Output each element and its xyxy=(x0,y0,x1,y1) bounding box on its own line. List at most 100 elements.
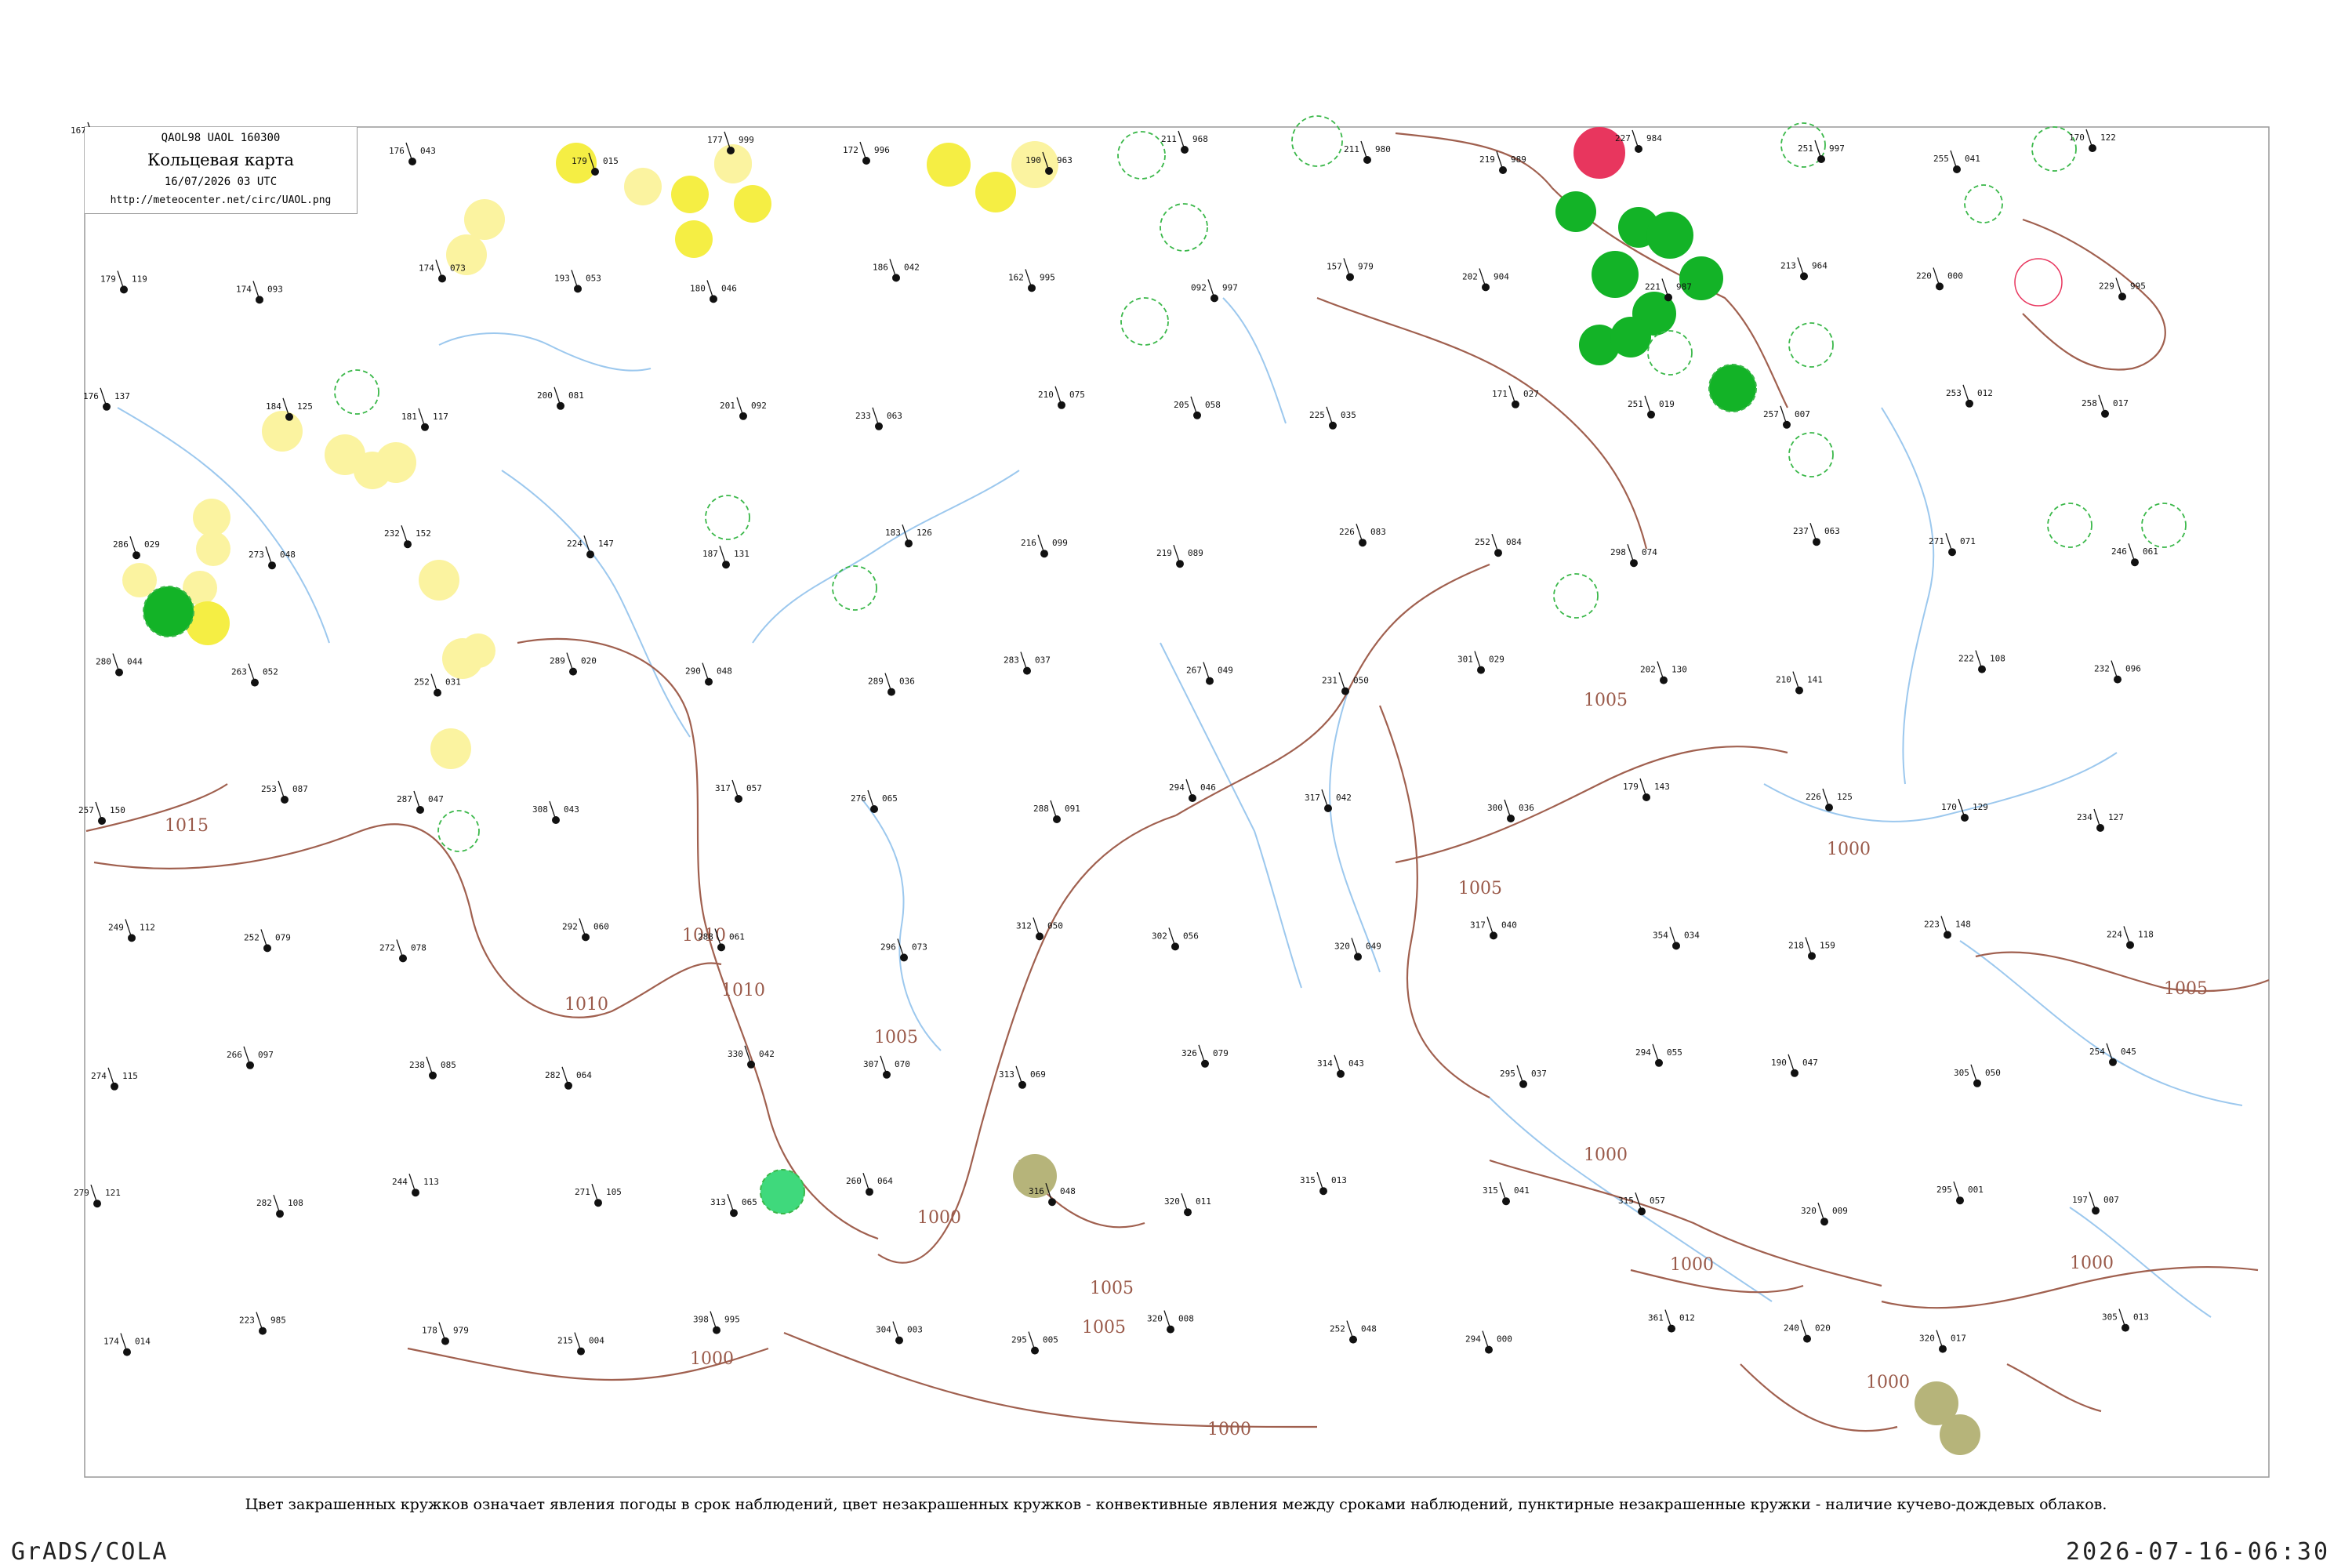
station-temperature: 302 xyxy=(1152,931,1167,941)
isobar-label: 1000 xyxy=(1827,840,1871,859)
station-temperature: 326 xyxy=(1181,1048,1197,1058)
station-temperature: 315 xyxy=(1618,1196,1634,1206)
station-temperature: 315 xyxy=(1483,1185,1498,1196)
station-temperature: 260 xyxy=(846,1176,862,1186)
station-pressure: 036 xyxy=(899,677,915,687)
station-temperature: 200 xyxy=(537,390,553,401)
station-temperature: 271 xyxy=(1929,536,1944,546)
station-pressure: 043 xyxy=(564,804,579,815)
haze-circle xyxy=(624,168,662,205)
station-pressure: 984 xyxy=(1646,133,1662,143)
station-temperature: 307 xyxy=(863,1059,879,1069)
station-temperature: 295 xyxy=(1936,1185,1952,1195)
station-pressure: 050 xyxy=(1985,1068,2001,1078)
haze-circle xyxy=(262,411,303,452)
station-temperature: 219 xyxy=(1479,154,1495,165)
station-pressure: 143 xyxy=(1654,782,1670,792)
station-temperature: 232 xyxy=(2094,664,2110,674)
station-pressure: 009 xyxy=(1832,1206,1848,1216)
station-temperature: 237 xyxy=(1793,526,1809,536)
station-pressure: 007 xyxy=(2103,1195,2119,1205)
station-temperature: 300 xyxy=(1487,803,1503,813)
station-pressure: 014 xyxy=(135,1337,151,1347)
station-temperature: 183 xyxy=(885,528,901,538)
station-pressure: 125 xyxy=(297,401,313,412)
station-pressure: 061 xyxy=(2143,546,2158,557)
station-temperature: 167 xyxy=(71,125,86,136)
haze-circle xyxy=(196,532,230,566)
station-pressure: 060 xyxy=(593,921,609,931)
station-temperature: 174 xyxy=(103,1337,119,1347)
station-temperature: 253 xyxy=(1946,388,1962,398)
station-pressure: 152 xyxy=(416,528,431,539)
station-pressure: 045 xyxy=(2121,1047,2136,1057)
station-pressure: 113 xyxy=(423,1177,439,1187)
station-temperature: 254 xyxy=(2089,1047,2105,1057)
station-temperature: 251 xyxy=(1798,143,1813,154)
station-pressure: 131 xyxy=(734,549,750,559)
station-temperature: 266 xyxy=(227,1050,242,1060)
station-temperature: 172 xyxy=(843,145,858,155)
station-pressure: 995 xyxy=(1040,272,1055,282)
station-pressure: 049 xyxy=(1218,666,1233,676)
station-pressure: 042 xyxy=(1336,793,1352,803)
station-temperature: 316 xyxy=(1029,1186,1044,1196)
station-temperature: 197 xyxy=(2072,1195,2088,1205)
station-pressure: 019 xyxy=(1659,399,1675,409)
rain-circle xyxy=(1708,364,1757,412)
station-temperature: 301 xyxy=(1457,655,1473,665)
source-url[interactable]: http://meteocenter.net/circ/UAOL.png xyxy=(85,194,357,206)
station-temperature: 092 xyxy=(1191,282,1207,292)
station-pressure: 004 xyxy=(589,1336,604,1346)
station-pressure: 092 xyxy=(751,401,767,411)
station-temperature: 170 xyxy=(2069,132,2085,143)
station-pressure: 040 xyxy=(1501,920,1517,930)
station-temperature: 193 xyxy=(554,273,570,283)
station-pressure: 118 xyxy=(2138,929,2154,939)
station-temperature: 233 xyxy=(855,411,871,421)
station-pressure: 070 xyxy=(895,1059,910,1069)
station-pressure: 044 xyxy=(127,657,143,667)
station-pressure: 048 xyxy=(717,666,732,677)
station-pressure: 048 xyxy=(1060,1186,1076,1196)
station-pressure: 042 xyxy=(904,262,920,272)
station-temperature: 282 xyxy=(256,1198,272,1208)
station-pressure: 904 xyxy=(1494,271,1509,281)
station-pressure: 055 xyxy=(1667,1047,1682,1058)
isobar-label: 1000 xyxy=(1584,1145,1628,1165)
haze-circle xyxy=(461,633,495,668)
station-temperature: 227 xyxy=(1615,133,1631,143)
station-pressure: 995 xyxy=(724,1315,740,1325)
station-temperature: 213 xyxy=(1780,260,1796,270)
station-temperature: 361 xyxy=(1648,1313,1664,1323)
fog-circle xyxy=(671,176,709,213)
station-temperature: 317 xyxy=(1305,793,1320,803)
station-pressure: 085 xyxy=(441,1060,456,1070)
station-pressure: 078 xyxy=(411,942,426,953)
station-temperature: 305 xyxy=(2102,1312,2118,1323)
generation-timestamp: 2026-07-16-06:30 xyxy=(2066,1538,2330,1566)
station-temperature: 176 xyxy=(83,391,99,401)
station-pressure: 041 xyxy=(1965,154,1980,164)
fog-circle xyxy=(734,185,771,223)
map-title: Кольцевая карта xyxy=(147,151,295,169)
rain-circle xyxy=(1610,317,1651,358)
station-temperature: 274 xyxy=(91,1071,107,1081)
station-pressure: 061 xyxy=(729,931,745,942)
station-pressure: 047 xyxy=(428,794,444,804)
station-temperature: 252 xyxy=(414,677,430,688)
station-temperature: 312 xyxy=(1016,920,1032,931)
isobar-label: 1005 xyxy=(2164,979,2208,999)
station-temperature: 179 xyxy=(100,274,116,284)
station-pressure: 148 xyxy=(1955,919,1971,929)
station-temperature: 320 xyxy=(1334,941,1350,951)
station-pressure: 999 xyxy=(739,135,754,145)
station-temperature: 184 xyxy=(266,401,281,412)
station-pressure: 996 xyxy=(874,145,890,155)
station-temperature: 255 xyxy=(1933,154,1949,164)
station-pressure: 073 xyxy=(450,263,466,273)
station-pressure: 034 xyxy=(1684,930,1700,940)
station-pressure: 047 xyxy=(1802,1058,1818,1068)
station-temperature: 308 xyxy=(532,804,548,815)
station-pressure: 003 xyxy=(907,1325,923,1335)
